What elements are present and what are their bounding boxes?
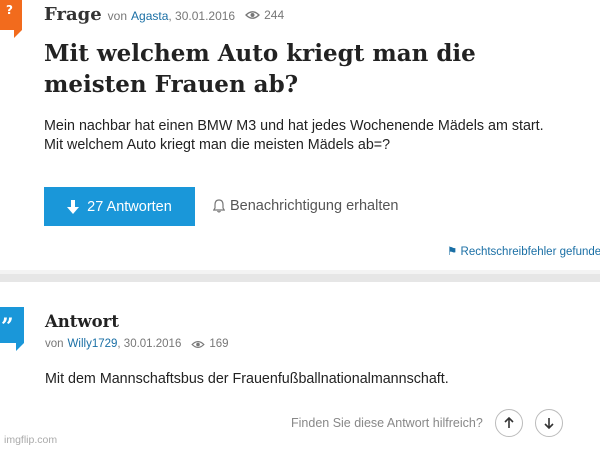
question-label: Frage — [44, 4, 102, 25]
bell-icon — [213, 199, 225, 213]
answers-button[interactable]: 27 Antworten — [44, 187, 195, 226]
question-view-count: 244 — [264, 8, 285, 22]
eye-icon — [191, 340, 206, 348]
notification-label: Benachrichtigung erhalten — [230, 198, 399, 214]
answers-button-label: 27 Antworten — [87, 198, 172, 215]
answer-date: , 30.01.2016 — [117, 338, 182, 350]
question-meta: Frage von Agasta , 30.01.2016 244 — [44, 4, 284, 25]
question-body-line: Mein nachbar hat einen BMW M3 und hat je… — [44, 118, 544, 134]
answer-by-prefix: von — [45, 338, 64, 350]
vote-down-button[interactable] — [535, 409, 563, 437]
question-views: 244 — [245, 8, 284, 22]
answer-meta: von Willy1729 , 30.01.2016 169 — [45, 338, 229, 350]
section-divider — [0, 270, 600, 282]
notification-link[interactable]: Benachrichtigung erhalten — [213, 198, 398, 214]
question-title: Mit welchem Auto kriegt man die meisten … — [44, 40, 476, 98]
eye-icon — [245, 11, 261, 19]
watermark: imgflip.com — [4, 434, 58, 446]
flag-icon: ⚑ — [447, 246, 458, 258]
answer-views: 169 — [191, 338, 229, 350]
svg-text:?: ? — [6, 3, 13, 17]
helpful-prompt: Finden Sie diese Antwort hilfreich? — [291, 416, 483, 430]
arrow-up-icon — [504, 417, 514, 428]
question-body: Mein nachbar hat einen BMW M3 und hat je… — [44, 117, 584, 155]
answer-body: Mit dem Mannschaftsbus der Frauenfußball… — [45, 371, 449, 387]
answer-author-link[interactable]: Willy1729 — [68, 338, 118, 350]
question-author-link[interactable]: Agasta — [131, 9, 168, 23]
question-by-prefix: von — [107, 9, 128, 23]
report-label: Rechtschreibfehler gefunde — [460, 246, 600, 258]
arrow-down-icon — [67, 199, 80, 214]
vote-up-button[interactable] — [495, 409, 523, 437]
question-badge-icon: ? — [0, 0, 22, 38]
answer-view-count: 169 — [209, 338, 229, 350]
answer-label: Antwort — [45, 312, 119, 331]
report-spelling-link[interactable]: ⚑ Rechtschreibfehler gefunde — [447, 244, 600, 258]
question-body-line: Mit welchem Auto kriegt man die meisten … — [44, 137, 391, 153]
quote-badge-icon: ” — [0, 307, 24, 351]
question-date: , 30.01.2016 — [168, 9, 236, 23]
arrow-down-icon — [544, 418, 554, 429]
svg-text:”: ” — [1, 314, 14, 340]
